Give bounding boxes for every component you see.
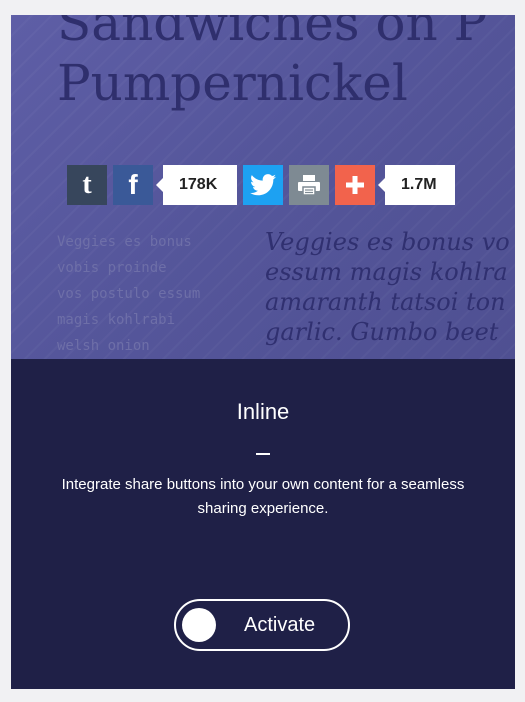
facebook-icon: f: [128, 169, 138, 200]
total-share-count: 1.7M: [378, 165, 455, 205]
facebook-share-count: 178K: [156, 165, 237, 205]
body-text-line: garlic. Gumbo beet: [265, 318, 499, 346]
sidebar-text-line: Veggies es bonus: [57, 234, 192, 250]
plus-icon: [346, 176, 364, 194]
preview-sidebar-text: Veggies es bonus vobis proinde vos postu…: [57, 229, 257, 359]
info-panel: Inline Integrate share buttons into your…: [11, 359, 515, 689]
body-text-line: Veggies es bonus vo: [265, 228, 510, 256]
preview-headline: Sandwiches on P Pumpernickel: [57, 15, 515, 113]
activate-label: Activate: [244, 613, 316, 636]
tumblr-icon: t: [82, 169, 92, 200]
activate-toggle[interactable]: Activate: [174, 599, 350, 651]
facebook-share-button[interactable]: f: [113, 165, 153, 205]
sidebar-text-line: vobis proinde: [57, 260, 167, 276]
inline-preview: Sandwiches on P Pumpernickel t f 178K 1.…: [11, 15, 515, 359]
body-text-line: essum magis kohlra: [265, 258, 508, 286]
title-divider: [256, 453, 270, 455]
twitter-icon: [250, 174, 276, 196]
preview-body-text: Veggies es bonus vo essum magis kohlra a…: [265, 227, 515, 347]
share-style-card: Sandwiches on P Pumpernickel t f 178K 1.…: [11, 15, 515, 689]
more-share-button[interactable]: [335, 165, 375, 205]
sidebar-text-line: vos postulo essum: [57, 286, 201, 302]
print-share-button[interactable]: [289, 165, 329, 205]
print-icon: [298, 175, 320, 196]
sidebar-text-line: magis kohlrabi: [57, 312, 176, 328]
twitter-share-button[interactable]: [243, 165, 283, 205]
headline-line-2: Pumpernickel: [57, 54, 408, 112]
style-description: Integrate share buttons into your own co…: [61, 476, 465, 517]
tumblr-share-button[interactable]: t: [67, 165, 107, 205]
toggle-knob: [182, 608, 216, 642]
style-title: Inline: [236, 399, 290, 424]
headline-line-1: Sandwiches on P: [57, 15, 488, 52]
body-text-line: amaranth tatsoi ton: [265, 288, 506, 316]
sidebar-text-line: welsh onion: [57, 338, 150, 354]
share-bar: t f 178K 1.7M: [67, 165, 461, 205]
